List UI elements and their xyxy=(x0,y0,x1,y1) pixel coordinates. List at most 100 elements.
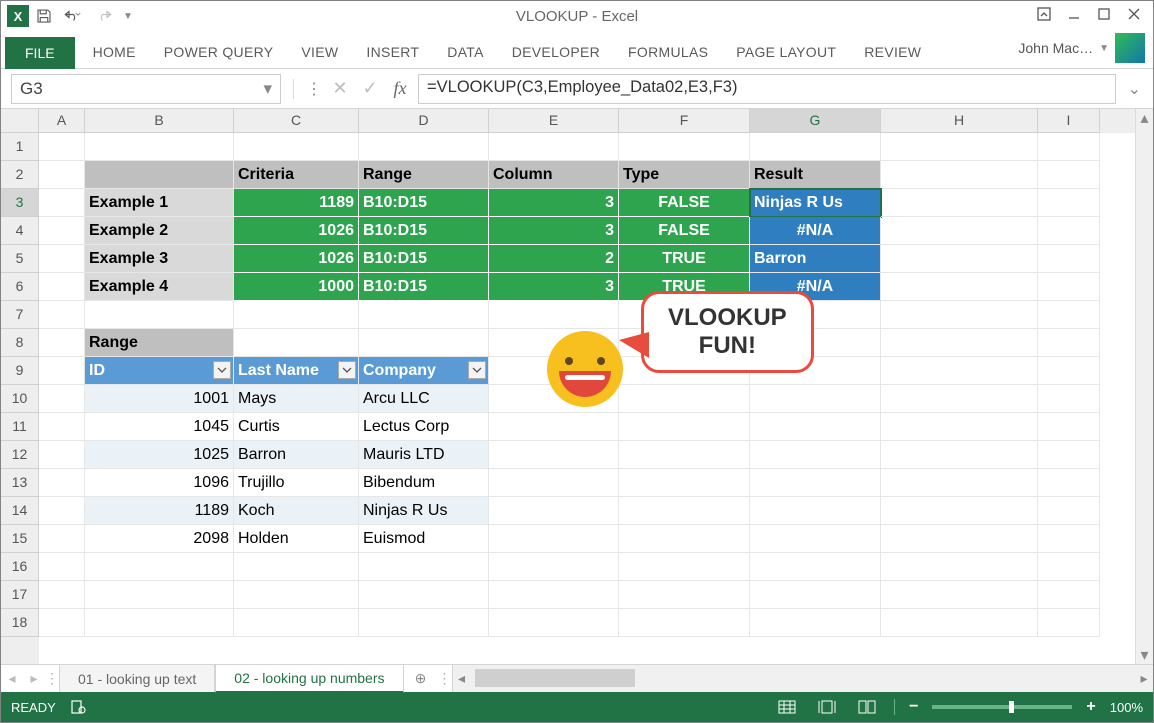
cell-B18[interactable] xyxy=(85,609,234,637)
row-header-12[interactable]: 12 xyxy=(1,441,39,469)
undo-icon[interactable] xyxy=(59,7,85,25)
col-header-A[interactable]: A xyxy=(39,109,85,133)
cell-A16[interactable] xyxy=(39,553,85,581)
row-headers[interactable]: 123456789101112131415161718 xyxy=(1,133,39,664)
tab-view[interactable]: VIEW xyxy=(287,36,352,68)
accept-formula-icon[interactable]: ✓ xyxy=(358,78,382,99)
cell-B2[interactable] xyxy=(85,161,234,189)
tab-splitter-right[interactable]: ⋮ xyxy=(438,665,452,692)
cell-F13[interactable] xyxy=(619,469,750,497)
cell-E2[interactable]: Column xyxy=(489,161,619,189)
cancel-formula-icon[interactable]: ✕ xyxy=(328,78,352,99)
cell-E7[interactable] xyxy=(489,301,619,329)
cell-C4[interactable]: 1026 xyxy=(234,217,359,245)
row-header-11[interactable]: 11 xyxy=(1,413,39,441)
cell-F8[interactable] xyxy=(619,329,750,357)
cell-D6[interactable]: B10:D15 xyxy=(359,273,489,301)
cell-G8[interactable] xyxy=(750,329,881,357)
tab-formulas[interactable]: FORMULAS xyxy=(614,36,722,68)
cell-A2[interactable] xyxy=(39,161,85,189)
cell-G11[interactable] xyxy=(750,413,881,441)
row-header-5[interactable]: 5 xyxy=(1,245,39,273)
cell-H7[interactable] xyxy=(881,301,1038,329)
zoom-in-icon[interactable]: + xyxy=(1086,698,1095,716)
cell-I8[interactable] xyxy=(1038,329,1100,357)
cell-A5[interactable] xyxy=(39,245,85,273)
cell-B8[interactable]: Range xyxy=(85,329,234,357)
cell-D3[interactable]: B10:D15 xyxy=(359,189,489,217)
cell-E1[interactable] xyxy=(489,133,619,161)
cell-I16[interactable] xyxy=(1038,553,1100,581)
cell-G18[interactable] xyxy=(750,609,881,637)
cell-H15[interactable] xyxy=(881,525,1038,553)
cell-E16[interactable] xyxy=(489,553,619,581)
cell-D18[interactable] xyxy=(359,609,489,637)
cell-C10[interactable]: Mays xyxy=(234,385,359,413)
cell-B7[interactable] xyxy=(85,301,234,329)
maximize-icon[interactable] xyxy=(1089,3,1119,25)
macro-record-icon[interactable] xyxy=(70,699,86,715)
cell-G1[interactable] xyxy=(750,133,881,161)
cell-E3[interactable]: 3 xyxy=(489,189,619,217)
cell-I15[interactable] xyxy=(1038,525,1100,553)
cell-I7[interactable] xyxy=(1038,301,1100,329)
cell-C14[interactable]: Koch xyxy=(234,497,359,525)
cell-I4[interactable] xyxy=(1038,217,1100,245)
cell-I5[interactable] xyxy=(1038,245,1100,273)
cell-D8[interactable] xyxy=(359,329,489,357)
row-header-14[interactable]: 14 xyxy=(1,497,39,525)
row-header-8[interactable]: 8 xyxy=(1,329,39,357)
cell-I14[interactable] xyxy=(1038,497,1100,525)
row-header-16[interactable]: 16 xyxy=(1,553,39,581)
cell-D12[interactable]: Mauris LTD xyxy=(359,441,489,469)
cell-A4[interactable] xyxy=(39,217,85,245)
cell-G17[interactable] xyxy=(750,581,881,609)
cell-C3[interactable]: 1189 xyxy=(234,189,359,217)
row-header-7[interactable]: 7 xyxy=(1,301,39,329)
cell-B13[interactable]: 1096 xyxy=(85,469,234,497)
row-header-1[interactable]: 1 xyxy=(1,133,39,161)
normal-view-icon[interactable] xyxy=(774,697,800,717)
cell-D4[interactable]: B10:D15 xyxy=(359,217,489,245)
cell-G10[interactable] xyxy=(750,385,881,413)
cell-F14[interactable] xyxy=(619,497,750,525)
cell-A14[interactable] xyxy=(39,497,85,525)
avatar[interactable] xyxy=(1115,33,1145,63)
cell-I3[interactable] xyxy=(1038,189,1100,217)
col-header-E[interactable]: E xyxy=(489,109,619,133)
cell-C11[interactable]: Curtis xyxy=(234,413,359,441)
cell-B11[interactable]: 1045 xyxy=(85,413,234,441)
cell-F9[interactable] xyxy=(619,357,750,385)
col-header-G[interactable]: G xyxy=(750,109,881,133)
cell-C17[interactable] xyxy=(234,581,359,609)
new-sheet-icon[interactable]: ⊕ xyxy=(404,665,438,692)
cell-E10[interactable] xyxy=(489,385,619,413)
cell-C1[interactable] xyxy=(234,133,359,161)
cell-F17[interactable] xyxy=(619,581,750,609)
cell-I10[interactable] xyxy=(1038,385,1100,413)
cell-H17[interactable] xyxy=(881,581,1038,609)
cell-B5[interactable]: Example 3 xyxy=(85,245,234,273)
cell-A11[interactable] xyxy=(39,413,85,441)
cell-B6[interactable]: Example 4 xyxy=(85,273,234,301)
cell-H8[interactable] xyxy=(881,329,1038,357)
filter-icon[interactable] xyxy=(213,361,231,379)
row-header-2[interactable]: 2 xyxy=(1,161,39,189)
cell-A12[interactable] xyxy=(39,441,85,469)
cell-D16[interactable] xyxy=(359,553,489,581)
cell-I9[interactable] xyxy=(1038,357,1100,385)
cell-B10[interactable]: 1001 xyxy=(85,385,234,413)
tab-data[interactable]: DATA xyxy=(433,36,497,68)
row-header-9[interactable]: 9 xyxy=(1,357,39,385)
cell-E6[interactable]: 3 xyxy=(489,273,619,301)
filter-icon[interactable] xyxy=(338,361,356,379)
cell-A18[interactable] xyxy=(39,609,85,637)
cell-D17[interactable] xyxy=(359,581,489,609)
cell-A3[interactable] xyxy=(39,189,85,217)
cell-C9[interactable]: Last Name xyxy=(234,357,359,385)
cell-B9[interactable]: ID xyxy=(85,357,234,385)
cell-B14[interactable]: 1189 xyxy=(85,497,234,525)
col-header-H[interactable]: H xyxy=(881,109,1038,133)
cell-D5[interactable]: B10:D15 xyxy=(359,245,489,273)
fx-icon[interactable]: fx xyxy=(388,78,412,99)
